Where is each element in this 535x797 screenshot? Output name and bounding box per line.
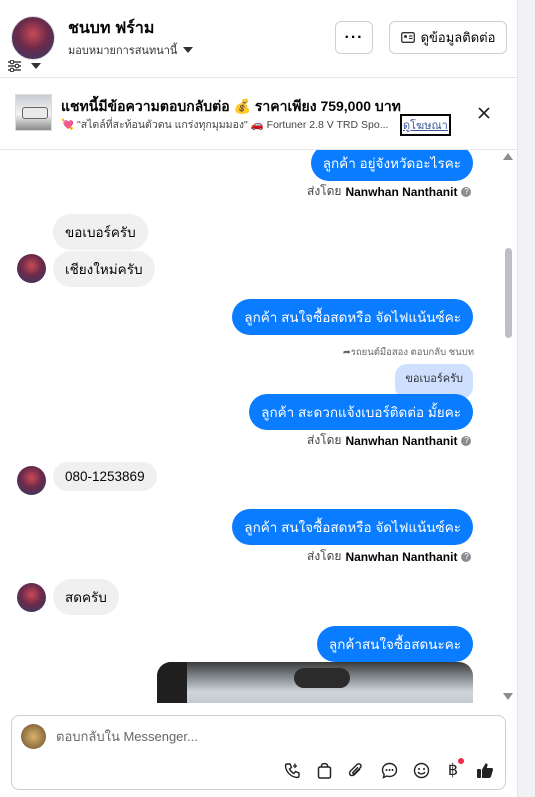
chevron-down-icon bbox=[183, 47, 194, 53]
messenger-chat-panel: ชนบท ฟร์าม มอบหมายการสนทนานี้ ··· ดูข้อม… bbox=[0, 0, 535, 797]
contact-name[interactable]: ชนบท ฟร์าม bbox=[68, 16, 154, 41]
info-icon[interactable]: ? bbox=[461, 186, 472, 197]
emoji-icon[interactable] bbox=[411, 760, 431, 780]
sender-avatar bbox=[17, 254, 46, 283]
sent-by-agent: Nanwhan Nanthanit bbox=[345, 549, 458, 564]
conversation-header: ชนบท ฟร์าม มอบหมายการสนทนานี้ ··· ดูข้อม… bbox=[0, 0, 517, 78]
scrollbar-thumb[interactable] bbox=[505, 248, 512, 338]
view-ad-link[interactable]: ดูโฆษณา bbox=[400, 114, 451, 136]
scroll-up-arrow[interactable] bbox=[503, 153, 513, 160]
sent-by-prefix: ส่งโดย bbox=[307, 184, 342, 198]
message-outgoing[interactable]: ลูกค้า อยู่จังหวัดอะไรคะ bbox=[310, 150, 473, 181]
view-contact-button[interactable]: ดูข้อมูลติดต่อ bbox=[389, 21, 507, 54]
ad-title: แชทนี้มีข้อความตอบกลับต่อ 💰 ราคาเพียง 75… bbox=[61, 98, 401, 114]
contact-card-icon bbox=[400, 32, 415, 43]
message-outgoing[interactable]: ลูกค้า สนใจซื้อสดหรือ จัดไฟแน้นซ์คะ bbox=[232, 509, 473, 545]
reply-arrow-icon: ➦ bbox=[342, 347, 351, 358]
reply-context-note: ➦รถยนต์มือสอง ตอบกลับ ชนบท bbox=[343, 345, 474, 360]
view-contact-label: ดูข้อมูลติดต่อ bbox=[420, 30, 496, 45]
contact-avatar[interactable] bbox=[11, 16, 55, 60]
reply-composer: ฿ bbox=[11, 715, 506, 790]
reply-note-text: รถยนต์มือสอง ตอบกลับ ชนบท bbox=[350, 347, 474, 358]
message-outgoing[interactable]: ลูกค้า สะดวกแจ้งเบอร์ติดต่อ มั้ยคะ bbox=[249, 394, 473, 430]
sent-by-prefix: ส่งโดย bbox=[307, 433, 342, 447]
sender-avatar bbox=[17, 466, 46, 495]
assign-label: มอบหมายการสนทนานี้ bbox=[68, 45, 178, 57]
sent-by-line: ส่งโดย Nanwhan Nanthanit ? bbox=[307, 547, 472, 566]
message-outgoing[interactable]: ลูกค้า สนใจซื้อสดหรือ จัดไฟแน้นซ์คะ bbox=[232, 299, 473, 335]
message-incoming[interactable]: เชียงใหม่ครับ bbox=[53, 251, 155, 287]
more-options-button[interactable]: ··· bbox=[335, 21, 373, 54]
bag-icon[interactable] bbox=[314, 760, 334, 780]
reply-input[interactable] bbox=[56, 729, 476, 744]
message-incoming[interactable]: สดครับ bbox=[53, 579, 119, 615]
sent-by-agent: Nanwhan Nanthanit bbox=[345, 184, 458, 199]
ad-description: 💘 "สไตล์ที่สะท้อนตัวตน แกร่งทุกมุมมอง" 🚗… bbox=[61, 119, 389, 131]
sent-by-line: ส่งโดย Nanwhan Nanthanit ? bbox=[307, 182, 472, 201]
close-icon[interactable] bbox=[474, 100, 494, 126]
notification-dot bbox=[458, 758, 464, 764]
ad-thumbnail[interactable] bbox=[15, 94, 52, 131]
sent-by-agent: Nanwhan Nanthanit bbox=[345, 433, 458, 448]
ad-reply-banner: แชทนี้มีข้อความตอบกลับต่อ 💰 ราคาเพียง 75… bbox=[0, 79, 517, 150]
chat-bubble-icon[interactable] bbox=[379, 760, 399, 780]
sent-by-line: ส่งโดย Nanwhan Nanthanit ? bbox=[307, 431, 472, 450]
message-incoming[interactable]: ขอเบอร์ครับ bbox=[53, 214, 148, 250]
filter-icon bbox=[8, 60, 21, 72]
message-outgoing[interactable]: ลูกค้าสนใจซื้อสดนะคะ bbox=[316, 626, 473, 662]
right-rail bbox=[517, 0, 535, 797]
thumbs-up-icon[interactable] bbox=[475, 760, 495, 780]
filter-dropdown[interactable] bbox=[8, 60, 41, 72]
call-icon[interactable] bbox=[282, 760, 302, 780]
page-avatar bbox=[21, 724, 46, 749]
chevron-down-icon bbox=[31, 63, 41, 69]
message-incoming[interactable]: 080-1253869 bbox=[53, 462, 157, 491]
assign-conversation-dropdown[interactable]: มอบหมายการสนทนานี้ bbox=[68, 41, 194, 59]
attachment-icon[interactable] bbox=[346, 760, 366, 780]
scroll-down-arrow[interactable] bbox=[503, 693, 513, 700]
info-icon[interactable]: ? bbox=[461, 551, 472, 562]
sent-by-prefix: ส่งโดย bbox=[307, 549, 342, 563]
message-thread[interactable]: ลูกค้า อยู่จังหวัดอะไรคะ ส่งโดย Nanwhan … bbox=[0, 150, 517, 703]
info-icon[interactable]: ? bbox=[461, 435, 472, 446]
baht-symbol: ฿ bbox=[447, 762, 459, 779]
image-attachment[interactable] bbox=[157, 662, 473, 703]
baht-icon[interactable]: ฿ bbox=[443, 758, 464, 780]
sender-avatar bbox=[17, 583, 46, 612]
